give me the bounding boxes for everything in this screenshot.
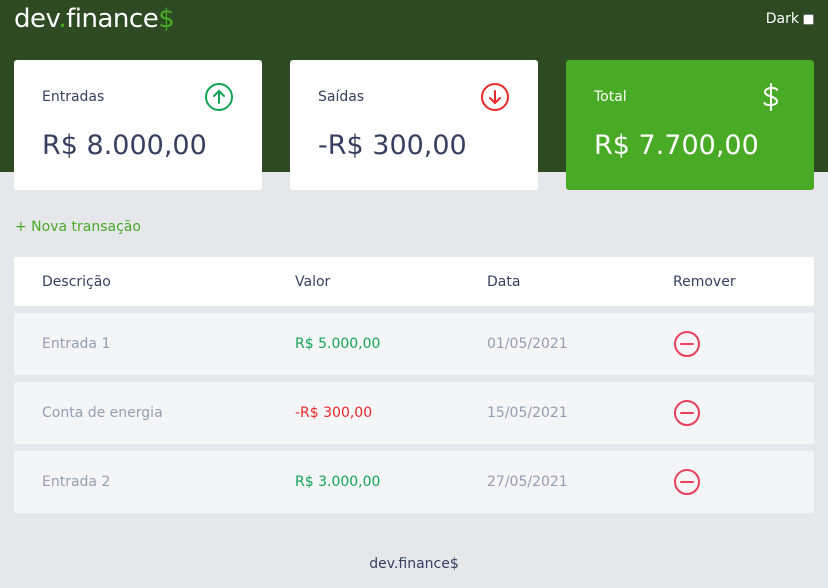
card-income: Entradas R$ 8.000,00 xyxy=(14,60,262,190)
dark-mode-toggle[interactable]: Dark xyxy=(766,11,814,27)
logo: dev.finance$ xyxy=(14,4,175,34)
card-expense: Saídas -R$ 300,00 xyxy=(290,60,538,190)
card-income-value: R$ 8.000,00 xyxy=(42,130,207,161)
row-description: Entrada 2 xyxy=(42,474,111,490)
footer-text: dev.finance$ xyxy=(369,556,459,572)
row-amount: R$ 3.000,00 xyxy=(295,474,381,490)
row-date: 01/05/2021 xyxy=(487,336,568,352)
card-total-value: R$ 7.700,00 xyxy=(594,130,759,161)
header-description: Descrição xyxy=(42,273,111,290)
row-date: 27/05/2021 xyxy=(487,474,568,490)
card-income-title: Entradas xyxy=(42,89,105,105)
dollar-icon xyxy=(763,83,779,111)
table-row: Entrada 1 R$ 5.000,00 01/05/2021 xyxy=(14,313,814,375)
arrow-down-circle-icon xyxy=(481,83,509,111)
card-total: Total R$ 7.700,00 xyxy=(566,60,814,190)
dark-mode-label: Dark xyxy=(765,11,799,27)
table-row: Entrada 2 R$ 3.000,00 27/05/2021 xyxy=(14,451,814,513)
header-amount: Valor xyxy=(295,273,331,290)
table-row: Conta de energia -R$ 300,00 15/05/2021 xyxy=(14,382,814,444)
row-amount: -R$ 300,00 xyxy=(295,405,373,421)
card-expense-title: Saídas xyxy=(318,89,365,105)
card-expense-value: -R$ 300,00 xyxy=(318,130,467,161)
table-header: Descrição Valor Data Remover xyxy=(14,257,814,306)
row-date: 15/05/2021 xyxy=(487,405,568,421)
arrow-up-circle-icon xyxy=(205,83,233,111)
header-date: Data xyxy=(487,273,521,290)
remove-minus-icon[interactable] xyxy=(673,468,701,496)
remove-minus-icon[interactable] xyxy=(673,399,701,427)
transactions-table: Descrição Valor Data Remover Entrada 1 R… xyxy=(14,257,814,520)
new-transaction-button[interactable]: + Nova transação xyxy=(15,219,141,235)
row-amount: R$ 5.000,00 xyxy=(295,336,381,352)
header-remove: Remover xyxy=(673,273,736,290)
row-description: Entrada 1 xyxy=(42,336,111,352)
row-description: Conta de energia xyxy=(42,405,163,421)
remove-minus-icon[interactable] xyxy=(673,330,701,358)
card-total-title: Total xyxy=(594,89,627,105)
dark-mode-checkbox[interactable] xyxy=(803,13,814,25)
